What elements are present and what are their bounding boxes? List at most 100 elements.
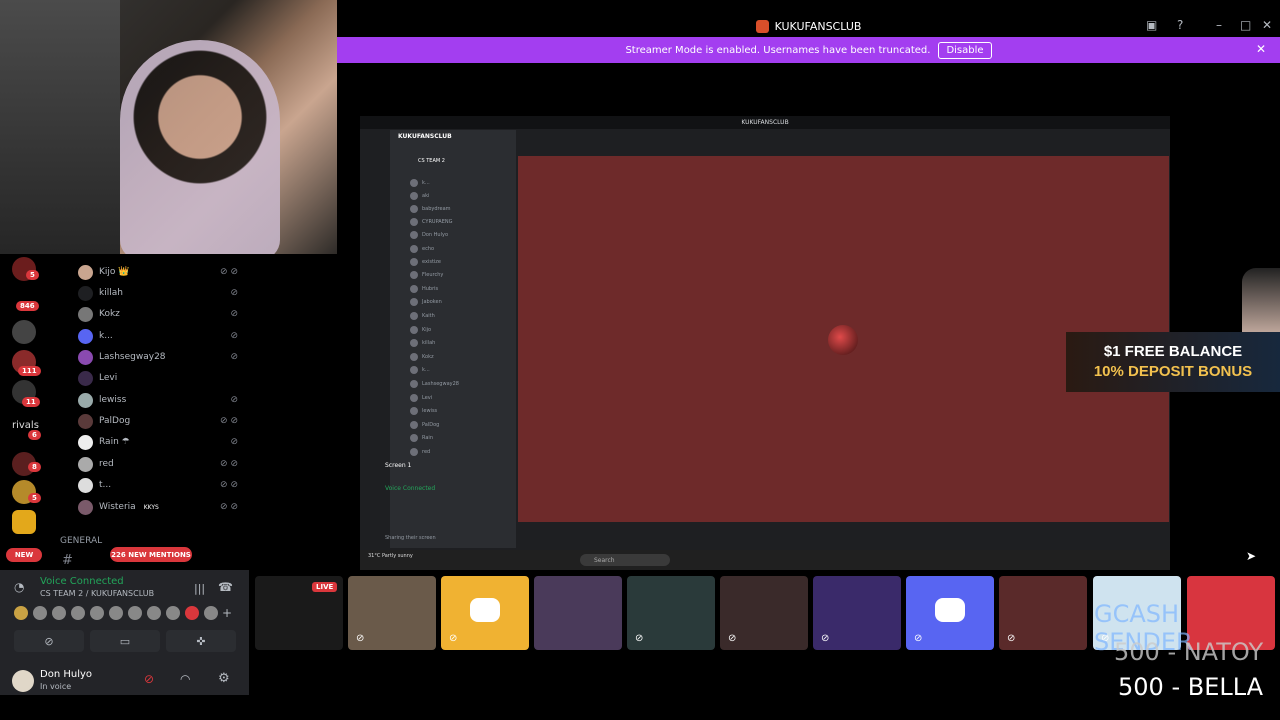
inner-member: babydream [410, 203, 451, 215]
inner-member-name: babydream [422, 206, 451, 212]
muted-icon: ⊘ [356, 633, 365, 644]
participant-tile[interactable]: ⊘ [813, 576, 901, 650]
activities-button[interactable]: ✜ [166, 630, 236, 652]
mute-icon[interactable]: ⊘ [144, 672, 154, 686]
participant-tile[interactable]: ⊘ [627, 576, 715, 650]
mentions-pill[interactable]: 226 NEW MENTIONS [110, 547, 192, 562]
avatar [78, 349, 93, 365]
signal-icon: ◔ [14, 580, 25, 594]
avatar [78, 285, 93, 301]
activity-icon[interactable] [166, 606, 180, 620]
participant-tile[interactable]: ⊘ [999, 576, 1087, 650]
participant-tile[interactable]: ⊘ [348, 576, 436, 650]
help-icon[interactable]: ? [1177, 18, 1183, 32]
server-icon-ac[interactable] [12, 510, 36, 534]
inner-member-name: Levi [422, 395, 433, 401]
inner-member-name: k... [422, 367, 430, 373]
server-icon-skull[interactable] [12, 320, 36, 344]
avatar [410, 448, 418, 456]
avatar [410, 258, 418, 266]
voice-connected-title[interactable]: Voice Connected [40, 576, 124, 587]
avatar [410, 380, 418, 388]
disconnect-icon[interactable]: ☎ [218, 580, 233, 594]
activity-icon[interactable] [52, 606, 66, 620]
activity-icon[interactable] [90, 606, 104, 620]
avatar [410, 205, 418, 213]
member-name: red [99, 459, 114, 469]
avatar [78, 499, 93, 515]
inner-search: Search [580, 554, 670, 566]
muted-deafened-icon: ⊘ ⊘ [220, 502, 238, 512]
user-avatar[interactable] [12, 670, 34, 692]
activity-icon[interactable] [71, 606, 85, 620]
category-general[interactable]: GENERAL [60, 536, 102, 546]
inner-member-name: Fleurchy [422, 272, 444, 278]
activity-icon[interactable] [109, 606, 123, 620]
avatar [410, 326, 418, 334]
member-row[interactable]: red ⊘ ⊘ [62, 454, 248, 474]
settings-gear-icon[interactable]: ⚙ [218, 671, 230, 686]
member-row[interactable]: t... ⊘ ⊘ [62, 475, 248, 495]
activity-icon[interactable] [204, 606, 218, 620]
headphones-icon[interactable]: ◠ [180, 672, 190, 686]
muted-icon: ⊘ [1007, 633, 1016, 644]
member-row[interactable]: Wisteria KKYS ⊘ ⊘ [62, 497, 248, 517]
avatar [78, 477, 93, 493]
user-name[interactable]: Don Hulyo [40, 669, 92, 680]
close-window-icon[interactable]: ✕ [1262, 18, 1272, 32]
screen-share-button[interactable]: ▭ [90, 630, 160, 652]
inner-member-name: Kaith [422, 313, 435, 319]
discord-avatar [78, 328, 93, 344]
member-row[interactable]: Kokz ⊘ [62, 304, 248, 324]
inner-member-name: Hubris [422, 286, 439, 292]
inner-member: CYRUPAENG [410, 216, 452, 228]
activity-icon[interactable] [14, 606, 28, 620]
inbox-icon[interactable]: ▣ [1146, 18, 1157, 32]
minimize-icon[interactable]: – [1216, 18, 1222, 32]
new-pill[interactable]: NEW [6, 548, 42, 562]
user-status: In voice [40, 682, 72, 691]
member-row[interactable]: Lashsegway28 ⊘ [62, 347, 248, 367]
avatar [410, 179, 418, 187]
add-activity-icon[interactable]: + [222, 606, 232, 620]
inner-member: aki [410, 190, 429, 202]
hash-icon: # [62, 553, 73, 568]
inner-member-name: existize [422, 259, 441, 265]
member-name: PalDog [99, 416, 131, 426]
inner-member-name: CYRUPAENG [422, 219, 453, 225]
banner-close-icon[interactable]: ✕ [1256, 42, 1266, 56]
participant-tile[interactable]: ⊘ [720, 576, 808, 650]
member-row[interactable]: k... ⊘ [62, 326, 248, 346]
inner-member: lewiss [410, 405, 437, 417]
muted-deafened-icon: ⊘ ⊘ [220, 416, 238, 426]
inner-member: Don Hulyo [410, 229, 448, 241]
participant-tile[interactable]: ⊘ [906, 576, 994, 650]
muted-icon: ⊘ [230, 352, 238, 362]
avatar [78, 392, 93, 408]
member-row[interactable]: lewiss ⊘ [62, 390, 248, 410]
member-row[interactable]: killah ⊘ [62, 283, 248, 303]
noise-suppression-icon[interactable]: ||| [194, 582, 205, 595]
mouse-cursor-icon: ➤ [1246, 549, 1257, 563]
avatar [78, 456, 93, 472]
voice-channel-subtitle[interactable]: CS TEAM 2 / KUKUFANSCLUB [40, 589, 154, 598]
member-row[interactable]: Levi [62, 368, 248, 388]
screen-icon: ▭ [119, 634, 131, 648]
activity-icon[interactable] [185, 606, 199, 620]
camera-button[interactable]: ⊘ [14, 630, 84, 652]
inner-member: k... [410, 177, 430, 189]
inner-member-name: PalDog [422, 422, 440, 428]
muted-icon: ⊘ [230, 395, 238, 405]
member-row[interactable]: Rain ☂ ⊘ [62, 432, 248, 452]
inner-titlebar: KUKUFANSCLUB [360, 116, 1170, 129]
member-row[interactable]: PalDog ⊘ ⊘ [62, 411, 248, 431]
maximize-icon[interactable]: □ [1240, 18, 1251, 32]
activity-icon[interactable] [147, 606, 161, 620]
participant-tile[interactable] [534, 576, 622, 650]
activity-icon[interactable] [33, 606, 47, 620]
disable-button[interactable]: Disable [938, 41, 992, 59]
casino-ad: $1 FREE BALANCE 10% DEPOSIT BONUS [1066, 332, 1280, 392]
member-row[interactable]: Kijo 👑 ⊘ ⊘ [62, 262, 248, 282]
participant-tile[interactable]: ⊘ [441, 576, 529, 650]
activity-icon[interactable] [128, 606, 142, 620]
